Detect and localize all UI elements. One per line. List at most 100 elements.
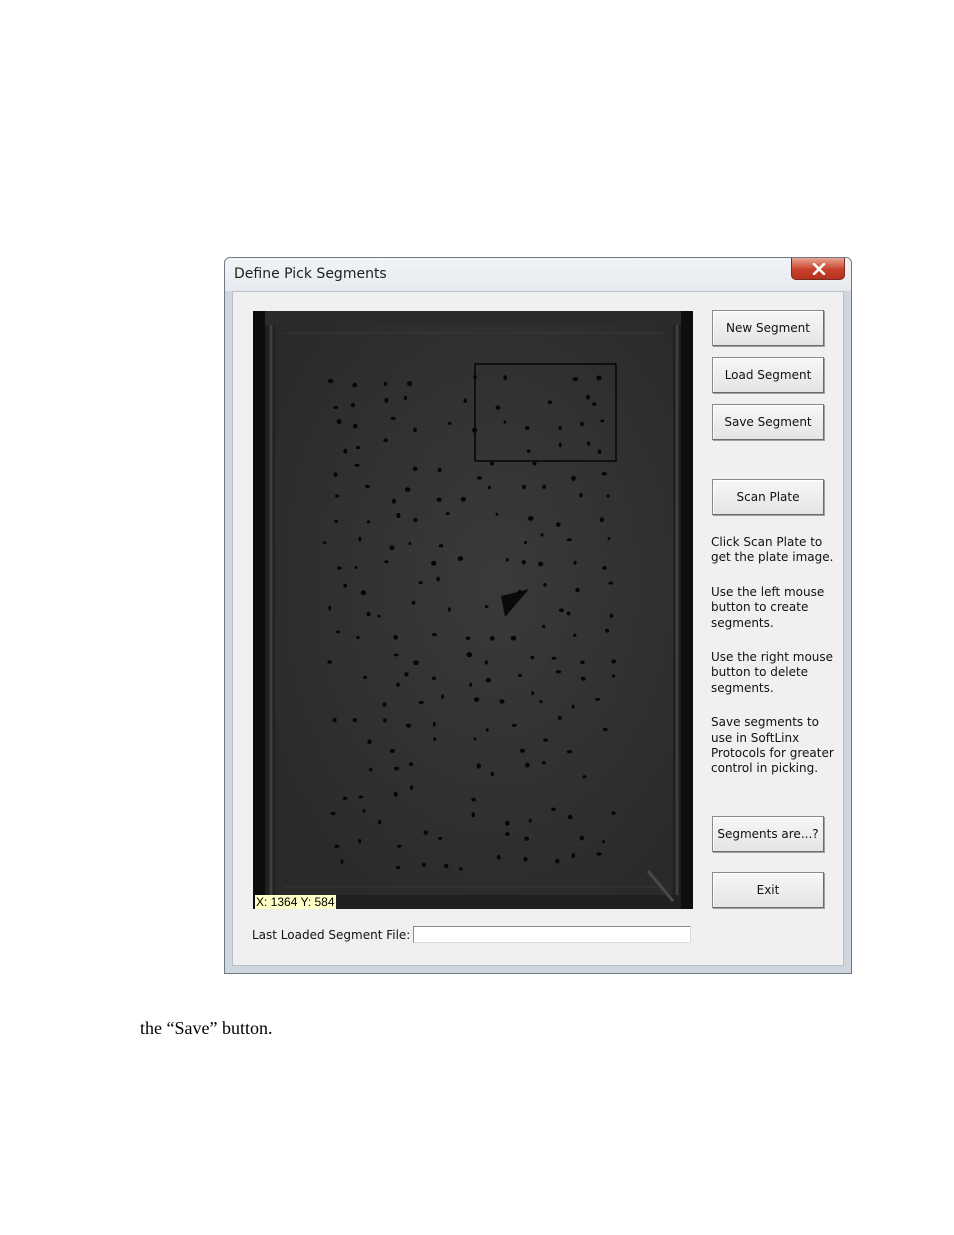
colony-dot: [484, 660, 488, 665]
colony-dot: [503, 420, 507, 424]
colony-dot: [438, 836, 443, 840]
colony-dot: [333, 472, 338, 477]
colony-dot: [575, 587, 580, 593]
colony-dot: [602, 840, 606, 844]
colony-dot: [418, 700, 424, 705]
colony-dot: [351, 402, 355, 408]
colony-dot: [471, 812, 476, 818]
colony-dot: [383, 438, 388, 442]
colony-dot: [358, 795, 364, 799]
colony-dot: [383, 718, 387, 723]
colony-dot: [404, 672, 409, 677]
colony-dot: [390, 416, 396, 420]
colony-dot: [336, 418, 342, 425]
colony-dot: [413, 660, 419, 666]
colony-dot: [412, 466, 418, 471]
colony-dot: [573, 633, 577, 637]
colony-dot: [433, 737, 437, 742]
plate-image[interactable]: X: 1364 Y: 584: [253, 311, 693, 909]
colony-dot: [566, 750, 573, 754]
colony-dot: [358, 838, 362, 844]
scan-plate-button[interactable]: Scan Plate: [712, 479, 824, 515]
colony-dot: [600, 419, 605, 423]
colony-dot: [505, 820, 510, 826]
colony-dot: [484, 605, 489, 609]
colony-dot: [463, 398, 467, 404]
colony-dot: [436, 497, 442, 502]
colony-dot: [358, 536, 362, 542]
colony-dot: [393, 766, 400, 771]
colony-dot: [582, 775, 587, 779]
colony-dot: [566, 611, 571, 616]
colony-dot: [585, 394, 591, 400]
colony-dot: [551, 807, 556, 811]
colony-dot: [457, 556, 464, 561]
colony-dot: [519, 748, 526, 753]
colony-dot: [571, 475, 576, 481]
new-segment-button[interactable]: New Segment: [712, 310, 824, 346]
colony-dot: [413, 427, 417, 433]
colony-dot: [525, 762, 530, 768]
segments-are-button[interactable]: Segments are...?: [712, 816, 824, 852]
colony-dot: [490, 771, 495, 777]
colony-dot: [522, 484, 526, 490]
close-icon: [812, 263, 826, 275]
load-segment-button[interactable]: Load Segment: [712, 357, 824, 393]
colony-dot: [431, 633, 437, 637]
colony-dot: [503, 375, 508, 381]
close-button[interactable]: [791, 258, 845, 280]
colony-dot: [543, 583, 547, 587]
colony-dot: [499, 699, 505, 704]
instruction-scan: Click Scan Plate to get the plate image.: [711, 535, 834, 565]
colony-dot: [354, 463, 360, 467]
colony-dot: [355, 446, 361, 450]
colony-dot: [393, 634, 398, 640]
colony-dot: [337, 566, 342, 570]
colony-dot: [485, 677, 492, 683]
colony-dot: [571, 704, 575, 709]
last-loaded-segment-field[interactable]: [413, 926, 691, 943]
colony-dot: [465, 636, 471, 640]
colony-dot: [393, 653, 399, 657]
colony-dot: [354, 565, 358, 570]
colony-dot: [524, 836, 529, 841]
colony-dot: [447, 422, 452, 425]
colony-dot: [602, 727, 608, 732]
colony-dot: [473, 697, 480, 702]
colony-dot: [352, 382, 358, 388]
colony-dot: [362, 809, 366, 813]
colony-dot: [356, 635, 360, 640]
colony-dot: [409, 762, 413, 767]
colony-dot: [423, 830, 428, 835]
colony-dot: [556, 522, 561, 527]
exit-button[interactable]: Exit: [712, 872, 824, 908]
title-bar[interactable]: Define Pick Segments: [225, 258, 851, 291]
colony-dot: [418, 581, 423, 585]
define-pick-segments-window: Define Pick Segments X: 1364 Y: 584 New …: [224, 257, 852, 974]
colony-dot: [473, 737, 477, 741]
colony-dot: [521, 560, 526, 565]
colony-dot: [557, 715, 562, 720]
colony-dot: [421, 862, 426, 867]
colony-dot: [342, 796, 348, 801]
colony-dot: [377, 614, 381, 618]
colony-dot: [567, 814, 573, 820]
colony-dot: [458, 867, 463, 871]
colony-dot: [335, 494, 340, 498]
save-segment-button[interactable]: Save Segment: [712, 404, 824, 440]
colony-dot: [566, 538, 572, 542]
colony-dot: [444, 864, 449, 869]
colony-dot: [323, 541, 327, 545]
colony-dot: [510, 635, 517, 641]
colony-dot: [397, 844, 402, 848]
colony-dot: [528, 818, 532, 823]
colony-dot: [405, 723, 412, 728]
colony-dot: [389, 748, 395, 753]
colony-dot: [505, 558, 509, 562]
colony-dot: [580, 660, 585, 665]
colony-dot: [437, 467, 442, 472]
colony-dot: [611, 811, 616, 816]
colony-dot: [362, 675, 368, 679]
colony-dot: [542, 624, 546, 629]
colony-dot: [352, 718, 358, 723]
